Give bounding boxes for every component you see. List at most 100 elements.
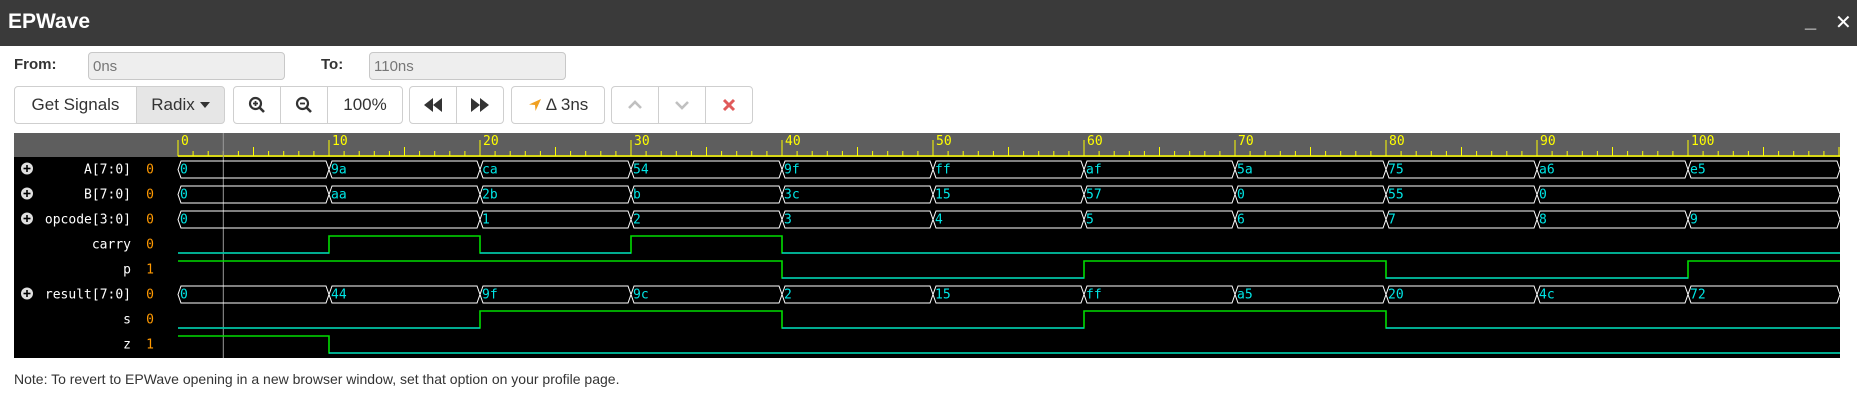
bus-segment — [328, 160, 481, 179]
bus-segment — [1083, 160, 1236, 179]
bus-segment — [1234, 210, 1387, 229]
signals-group: Get Signals Radix — [14, 86, 225, 124]
timeline-header — [14, 133, 1840, 157]
signal-name: p — [123, 263, 131, 278]
bus-value: ff — [935, 163, 951, 178]
caret-down-icon — [199, 102, 210, 108]
remove-signal-button[interactable] — [705, 86, 753, 124]
bus-segment — [932, 160, 1085, 179]
bus-segment — [630, 160, 783, 179]
bus-value: 3 — [784, 213, 792, 228]
bus-segment — [781, 210, 934, 229]
bus-segment — [1536, 160, 1689, 179]
bus-value: 7 — [1388, 213, 1396, 228]
from-label: From: — [14, 56, 57, 73]
expand-icon[interactable] — [21, 287, 33, 300]
zoom-group: 100% — [233, 86, 403, 124]
tick-label: 0 — [181, 134, 189, 149]
bus-segment — [1536, 210, 1689, 229]
bus-value: 5a — [1237, 163, 1253, 178]
bus-segment — [630, 285, 783, 304]
bus-segment — [1083, 285, 1236, 304]
bus-value: 9 — [1690, 213, 1698, 228]
note-text: Note: To revert to EPWave opening in a n… — [14, 371, 620, 387]
bus-segment — [1385, 185, 1538, 204]
bus-value: 9f — [482, 288, 498, 303]
close-window-icon[interactable]: ✕ — [1835, 10, 1852, 35]
bus-value: 4c — [1539, 288, 1555, 303]
prev-edge-button[interactable] — [409, 86, 457, 124]
bus-value: ca — [482, 163, 498, 178]
bus-segment — [932, 185, 1085, 204]
move-down-button[interactable] — [658, 86, 706, 124]
bus-segment — [1687, 285, 1840, 304]
navigate-group — [409, 86, 504, 124]
minimize-icon[interactable]: _ — [1805, 10, 1816, 33]
move-up-button[interactable] — [611, 86, 659, 124]
signal-order-group — [611, 86, 753, 124]
bus-value: 55 — [1388, 188, 1404, 203]
bus-value: 75 — [1388, 163, 1404, 178]
bus-value: 0 — [180, 213, 188, 228]
signal-row-a70: A[7:0] 0 0 9a ca 54 9f ff af 5a 75 a6 e5 — [21, 160, 1840, 179]
bit-trace — [178, 235, 1840, 254]
bus-value: 9c — [633, 288, 649, 303]
bit-trace — [178, 335, 1840, 354]
bus-segment — [1687, 160, 1840, 179]
signal-value: 0 — [146, 163, 154, 178]
signal-value: 0 — [146, 288, 154, 303]
signal-row-carry: carry 0 — [92, 235, 1840, 254]
signal-row-result70: result[7:0] 0 0 44 9f 9c 2 15 ff a5 20 4c 72 — [21, 285, 1840, 304]
bus-value: 0 — [180, 288, 188, 303]
rewind-icon — [424, 98, 442, 112]
signal-row-z: z1 — [123, 335, 1840, 354]
bus-segment — [1385, 160, 1538, 179]
expand-icon[interactable] — [21, 212, 33, 225]
expand-icon[interactable] — [21, 187, 33, 200]
bus-segment — [1234, 285, 1387, 304]
cursor-delta-button[interactable]: Δ 3ns — [511, 86, 605, 124]
tick-label: 80 — [1389, 134, 1405, 149]
bus-segment — [479, 210, 632, 229]
bus-segment — [1687, 210, 1840, 229]
signal-value: 0 — [146, 188, 154, 203]
bus-value: 2 — [633, 213, 641, 228]
bus-value: 15 — [935, 288, 951, 303]
expand-icon[interactable] — [21, 162, 33, 175]
bus-segment — [479, 285, 632, 304]
bus-segment — [1385, 285, 1538, 304]
bus-value: 0 — [180, 188, 188, 203]
tick-label: 30 — [634, 134, 650, 149]
zoom-out-button[interactable] — [280, 86, 328, 124]
bus-value: 6 — [1237, 213, 1245, 228]
signal-value: 0 — [146, 238, 154, 253]
get-signals-button[interactable]: Get Signals — [14, 86, 137, 124]
bus-value: 0 — [180, 163, 188, 178]
tick-label: 70 — [1238, 134, 1254, 149]
next-edge-button[interactable] — [456, 86, 504, 124]
location-arrow-icon — [528, 99, 541, 111]
close-icon — [722, 98, 736, 112]
cursor-group: Δ 3ns — [511, 86, 605, 124]
bus-segment — [177, 285, 330, 304]
bus-value: 8 — [1539, 213, 1547, 228]
waveform-viewer[interactable]: 0 10 20 30 40 50 60 70 80 90 100A[7:0] 0 0 9a ca 54 9f ff… — [14, 133, 1840, 358]
bit-trace — [178, 260, 1840, 279]
bus-value: 9f — [784, 163, 800, 178]
from-field[interactable]: 0ns — [88, 52, 285, 80]
radix-button[interactable]: Radix — [136, 86, 225, 124]
signal-name: A[7:0] — [84, 163, 131, 178]
signal-value: 1 — [146, 338, 154, 353]
bus-segment — [932, 210, 1085, 229]
tick-label: 40 — [785, 134, 801, 149]
bus-value: 9a — [331, 163, 347, 178]
chevron-up-icon — [628, 100, 642, 109]
to-field[interactable]: 110ns — [369, 52, 566, 80]
zoom-level-button[interactable]: 100% — [327, 86, 403, 124]
bus-value: aa — [331, 188, 347, 203]
bus-value: 1 — [482, 213, 490, 228]
bus-value: e5 — [1690, 163, 1706, 178]
bus-segment — [781, 160, 934, 179]
zoom-in-button[interactable] — [233, 86, 281, 124]
fast-forward-icon — [471, 98, 489, 112]
